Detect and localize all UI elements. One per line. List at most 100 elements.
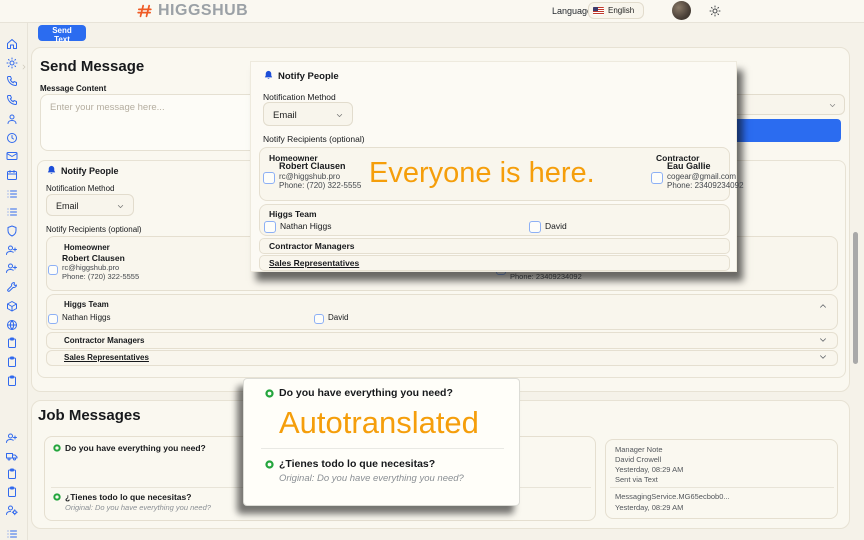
sidebar-mail-icon[interactable] <box>6 150 18 162</box>
higgs-team-header: Higgs Team <box>269 209 317 219</box>
david-checkbox[interactable] <box>314 314 324 324</box>
homeowner-header: Homeowner <box>64 243 110 252</box>
sidebar-person-plus-icon[interactable] <box>6 432 18 444</box>
message-2-original: Original: Do you have everything you nee… <box>279 473 464 484</box>
nathan-higgs-label: Nathan Higgs <box>280 221 332 231</box>
message-status-icon <box>53 444 61 452</box>
notify-people-overlay: Notify People Notification Method Email … <box>250 61 737 272</box>
contractor-managers-header: Contractor Managers <box>269 241 355 251</box>
nathan-higgs-label: Nathan Higgs <box>62 313 110 322</box>
message-1-text: Do you have everything you need? <box>65 443 206 453</box>
sidebar-list-icon[interactable] <box>6 528 18 540</box>
sidebar-calendar-icon[interactable] <box>6 169 18 181</box>
contractor-checkbox[interactable] <box>651 172 663 184</box>
send-text-button[interactable]: Send Text <box>38 25 86 41</box>
chevron-down-icon <box>638 7 639 15</box>
chevron-down-icon[interactable] <box>818 335 828 345</box>
notify-recipients-label: Notify Recipients (optional) <box>263 134 365 144</box>
notification-method-select[interactable]: Email <box>46 194 134 216</box>
sidebar-person-icon[interactable] <box>6 113 18 125</box>
higgs-team-accordion[interactable] <box>46 294 838 330</box>
homeowner-name: Robert Clausen <box>279 161 346 171</box>
sidebar-list-icon[interactable] <box>6 206 18 218</box>
sidebar-truck-icon[interactable] <box>6 450 18 462</box>
sidebar-box-icon[interactable] <box>6 300 18 312</box>
notify-recipients-label: Notify Recipients (optional) <box>46 225 142 234</box>
sales-representatives-accordion[interactable] <box>46 350 838 366</box>
meta-timestamp: Yesterday, 08:29 AM <box>615 465 683 474</box>
chevron-down-icon <box>828 101 837 110</box>
message-1-text: Do you have everything you need? <box>279 387 453 399</box>
notification-method-label: Notification Method <box>46 184 114 193</box>
chevron-up-icon[interactable] <box>818 301 828 311</box>
sidebar-clipboard-icon[interactable] <box>6 486 18 498</box>
homeowner-checkbox[interactable] <box>263 172 275 184</box>
notification-method-value: Email <box>273 110 297 121</box>
message-meta-card: Manager Note David Crowell Yesterday, 08… <box>605 439 838 519</box>
notify-people-title: Notify People <box>278 71 339 82</box>
sidebar-person-plus-icon[interactable] <box>6 262 18 274</box>
nathan-higgs-checkbox[interactable] <box>264 221 276 233</box>
meta-timestamp-2: Yesterday, 08:29 AM <box>615 503 683 512</box>
send-message-title: Send Message <box>40 58 144 75</box>
sidebar-globe-icon[interactable] <box>6 319 18 331</box>
sidebar-person-gear-icon[interactable] <box>6 504 18 516</box>
homeowner-phone: Phone: (720) 322-5555 <box>279 181 361 190</box>
language-select[interactable]: English <box>588 2 644 19</box>
notification-method-select[interactable]: Email <box>263 102 353 126</box>
contractor-managers-accordion[interactable] <box>46 332 838 349</box>
meta-sent-via: Sent via Text <box>615 475 658 484</box>
contractor-managers-header: Contractor Managers <box>64 336 144 345</box>
homeowner-email: rc@higgshub.pro <box>62 263 119 272</box>
sidebar-clipboard-icon[interactable] <box>6 356 18 368</box>
sidebar-home-icon[interactable] <box>6 38 18 50</box>
sidebar-list-icon[interactable] <box>6 188 18 200</box>
meta-author: David Crowell <box>615 455 661 464</box>
message-status-icon <box>265 460 274 469</box>
sidebar-clock-icon[interactable] <box>6 132 18 144</box>
sidebar-sun-icon[interactable] <box>6 57 18 69</box>
sidebar-phone-icon[interactable] <box>6 94 18 106</box>
sidebar-clipboard-icon[interactable] <box>6 375 18 387</box>
sidebar-clipboard-icon[interactable] <box>6 468 18 480</box>
chevron-down-icon[interactable] <box>818 352 828 362</box>
sidebar-person-plus-icon[interactable] <box>6 244 18 256</box>
meta-manager-note: Manager Note <box>615 445 663 454</box>
homeowner-email: rc@higgshub.pro <box>279 172 340 181</box>
notification-method-value: Email <box>56 201 79 211</box>
autotranslated-overlay: Do you have everything you need? Autotra… <box>243 378 520 506</box>
sidebar-phone-icon[interactable] <box>6 75 18 87</box>
theme-toggle-sun-icon[interactable] <box>709 5 721 17</box>
higgs-team-header: Higgs Team <box>64 300 109 309</box>
language-value: English <box>608 6 634 15</box>
message-status-icon <box>53 493 61 501</box>
nathan-higgs-checkbox[interactable] <box>48 314 58 324</box>
contractor-name: Eau Gallie <box>667 161 711 171</box>
sidebar-expand-handle-icon[interactable] <box>20 63 28 71</box>
user-avatar[interactable] <box>672 1 691 20</box>
everyone-is-here-callout: Everyone is here. <box>369 157 595 190</box>
app-header: HIGGSHUB Language: English <box>0 0 864 23</box>
david-label: David <box>545 221 567 231</box>
message-2-text: ¿Tienes todo lo que necesitas? <box>65 492 191 502</box>
message-2-original: Original: Do you have everything you nee… <box>65 503 211 512</box>
us-flag-icon <box>593 7 604 15</box>
autotranslated-callout: Autotranslated <box>279 405 479 441</box>
higgs-team-accordion[interactable] <box>259 204 730 236</box>
sidebar-clipboard-icon[interactable] <box>6 337 18 349</box>
contractor-phone: Phone: 23409234092 <box>510 272 582 281</box>
sidebar-shield-icon[interactable] <box>6 225 18 237</box>
bell-icon <box>263 70 274 81</box>
higgshub-logo-icon <box>136 3 153 19</box>
david-checkbox[interactable] <box>529 221 541 233</box>
sales-representatives-header: Sales Representatives <box>269 258 359 268</box>
message-2-text: ¿Tienes todo lo que necesitas? <box>279 458 435 470</box>
david-label: David <box>328 313 348 322</box>
vertical-scrollbar[interactable] <box>853 232 858 364</box>
meta-divider <box>610 487 834 488</box>
notify-people-title: Notify People <box>61 166 119 176</box>
homeowner-checkbox[interactable] <box>48 265 58 275</box>
sidebar-wrench-icon[interactable] <box>6 281 18 293</box>
sales-representatives-header: Sales Representatives <box>64 353 149 362</box>
overlay-divider <box>261 448 504 449</box>
